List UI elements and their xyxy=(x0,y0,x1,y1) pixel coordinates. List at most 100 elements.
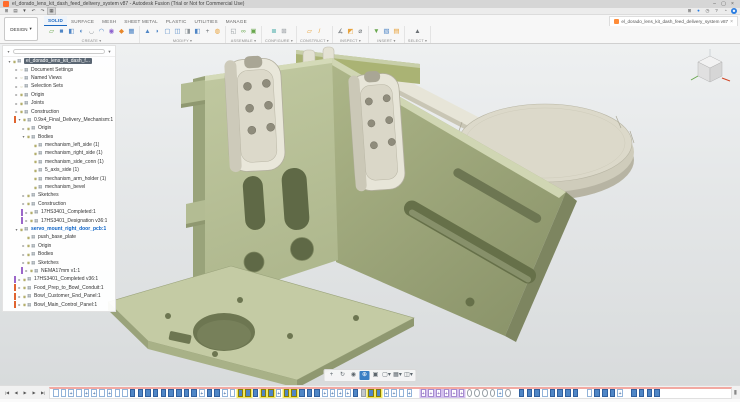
joint-feature[interactable]: + xyxy=(107,389,113,397)
step-forward-button[interactable]: ▶ xyxy=(30,388,38,397)
model-clamp-front[interactable] xyxy=(224,55,286,173)
solid-feature[interactable] xyxy=(168,389,174,397)
disabled-feature[interactable] xyxy=(361,389,367,397)
tab-plastic[interactable]: PLASTIC xyxy=(162,17,191,26)
browser-item[interactable]: ▸○▦Named Views xyxy=(3,74,115,82)
combine-icon[interactable]: ◫ xyxy=(173,27,182,37)
sketch-feature[interactable] xyxy=(61,389,67,397)
decal-icon[interactable]: ▧ xyxy=(382,27,391,37)
configuration-icon[interactable]: ≣ xyxy=(269,27,278,37)
ribbon-group-label[interactable]: CREATE ▾ xyxy=(47,38,136,43)
highlighted-feature[interactable] xyxy=(284,389,290,397)
show-data-panel-icon[interactable]: ⊞ xyxy=(3,8,10,14)
browser-item[interactable]: ◉▦mechanism_bevel xyxy=(3,183,115,191)
solid-feature[interactable] xyxy=(253,389,259,397)
user-avatar[interactable]: ☻ xyxy=(731,8,737,14)
joint-feature[interactable]: + xyxy=(199,389,205,397)
ribbon-group-label[interactable]: MODIFY ▾ xyxy=(143,38,222,43)
tab-surface[interactable]: SURFACE xyxy=(67,17,98,26)
browser-item[interactable]: ◉▦mechanism_side_conn (1) xyxy=(3,158,115,166)
component-occurrence[interactable] xyxy=(467,389,473,397)
browser-item[interactable]: ▸◉▦Origin xyxy=(3,124,115,132)
model-base-plate[interactable] xyxy=(108,266,414,385)
joint-feature[interactable]: + xyxy=(617,389,623,397)
extrude-icon[interactable]: ◧ xyxy=(67,27,76,37)
highlighted-feature[interactable] xyxy=(368,389,374,397)
tab-solid[interactable]: SOLID xyxy=(44,16,67,26)
joint-feature[interactable]: + xyxy=(68,389,74,397)
insert-derive-icon[interactable]: ▼ xyxy=(372,27,381,37)
maximize-button[interactable]: ▢ xyxy=(719,0,728,8)
solid-feature[interactable] xyxy=(153,389,159,397)
purple-highlighted-joint[interactable]: + xyxy=(421,389,427,397)
browser-item[interactable]: ▾◉▦Bodies xyxy=(3,133,115,141)
joint-feature[interactable]: + xyxy=(384,389,390,397)
browser-item[interactable]: ▸◉▦17HS3401_Completed:1 xyxy=(3,208,115,216)
undo-icon[interactable]: ↶ xyxy=(30,8,37,14)
pan-icon[interactable]: + xyxy=(327,371,337,380)
purple-highlighted-joint[interactable]: + xyxy=(428,389,434,397)
joint-icon[interactable]: ∞ xyxy=(239,27,248,37)
solid-feature[interactable] xyxy=(594,389,600,397)
solid-feature[interactable] xyxy=(602,389,608,397)
document-tab[interactable]: el_dorado_lens_kit_dash_feed_delivery_sy… xyxy=(609,16,738,26)
appearance-icon[interactable]: ◍ xyxy=(213,27,222,37)
grid-settings-icon[interactable]: ▦▾ xyxy=(393,371,403,380)
fillet-icon[interactable]: ◗ xyxy=(153,27,162,37)
solid-feature[interactable] xyxy=(550,389,556,397)
construction-axis-icon[interactable]: / xyxy=(315,27,324,37)
new-component-icon[interactable]: ◱ xyxy=(229,27,238,37)
joint-feature[interactable]: + xyxy=(91,389,97,397)
sketch-feature[interactable] xyxy=(115,389,121,397)
solid-feature[interactable] xyxy=(130,389,136,397)
go-to-end-button[interactable]: ▶| xyxy=(39,388,47,397)
solid-feature[interactable] xyxy=(534,389,540,397)
tab-utilities[interactable]: UTILITIES xyxy=(190,17,221,26)
tab-mesh[interactable]: MESH xyxy=(98,17,120,26)
joint-feature[interactable]: + xyxy=(322,389,328,397)
ribbon-group-label[interactable]: CONFIGURE ▾ xyxy=(265,38,293,43)
browser-item[interactable]: ▸◉▦17HS3401_Completed v36:1 xyxy=(3,275,115,283)
tab-manage[interactable]: MANAGE xyxy=(222,17,251,26)
tab-sheet-metal[interactable]: SHEET METAL xyxy=(120,17,162,26)
workspace-selector[interactable]: DESIGN ▾ xyxy=(4,17,38,41)
orbit-icon[interactable]: ↻ xyxy=(338,371,348,380)
joint-feature[interactable]: + xyxy=(407,389,413,397)
browser-item[interactable]: ◉▦mechanism_arm_holder (1) xyxy=(3,174,115,182)
measure-icon[interactable]: ∡ xyxy=(336,27,345,37)
job-status-icon[interactable]: ● xyxy=(695,8,702,14)
configuration-table-icon[interactable]: ⊞ xyxy=(279,27,288,37)
component-occurrence[interactable] xyxy=(505,389,511,397)
version-history-icon[interactable]: ◷ xyxy=(704,8,711,14)
solid-feature[interactable] xyxy=(631,389,637,397)
select-cursor-icon[interactable]: ▲ xyxy=(413,27,422,37)
pattern-icon[interactable]: ▦ xyxy=(127,27,136,37)
ribbon-group-label[interactable]: CONSTRUCT ▾ xyxy=(300,38,329,43)
sketch-feature[interactable] xyxy=(587,389,593,397)
component-occurrence[interactable] xyxy=(490,389,496,397)
create-sketch-icon[interactable]: ▱ xyxy=(47,27,56,37)
highlighted-feature[interactable] xyxy=(291,389,297,397)
offset-face-icon[interactable]: ◨ xyxy=(183,27,192,37)
solid-feature[interactable] xyxy=(527,389,533,397)
highlighted-feature[interactable] xyxy=(261,389,267,397)
solid-feature[interactable] xyxy=(214,389,220,397)
browser-search-input[interactable] xyxy=(13,49,105,54)
go-to-start-button[interactable]: |◀ xyxy=(3,388,11,397)
component-occurrence[interactable] xyxy=(482,389,488,397)
purple-highlighted-joint[interactable]: + xyxy=(459,389,465,397)
browser-item[interactable]: ▸◉▦NEMA17mm v1:1 xyxy=(3,267,115,275)
browser-filter-icon[interactable]: ▼ xyxy=(107,49,112,54)
solid-feature[interactable] xyxy=(557,389,563,397)
browser-item[interactable]: ▸◉▦Origin xyxy=(3,242,115,250)
browser-item[interactable]: ◉▦mechanism_left_side (1) xyxy=(3,141,115,149)
browser-item[interactable]: ▸○▦Document Settings xyxy=(3,65,115,73)
look-at-icon[interactable]: ◉ xyxy=(349,371,359,380)
solid-feature[interactable] xyxy=(353,389,359,397)
browser-menu-icon[interactable]: ▾ xyxy=(6,49,11,54)
browser-item[interactable]: ▾◉▦servo_mount_right_door_pcb:1 xyxy=(3,225,115,233)
highlighted-feature[interactable] xyxy=(376,389,382,397)
highlighted-feature[interactable] xyxy=(238,389,244,397)
file-menu-icon[interactable]: ▤ xyxy=(12,8,19,14)
solid-feature[interactable] xyxy=(565,389,571,397)
